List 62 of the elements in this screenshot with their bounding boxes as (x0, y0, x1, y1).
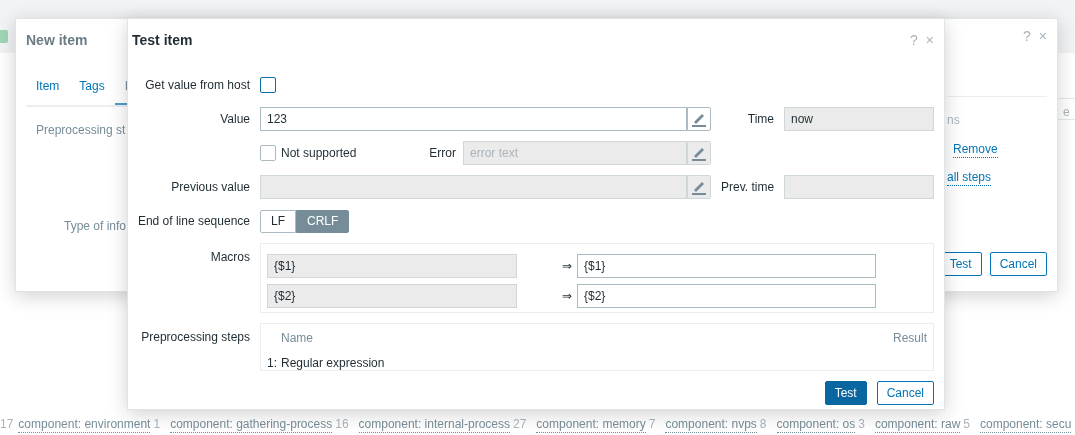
toggle-option[interactable]: LF (260, 209, 296, 233)
column-header: Result (893, 330, 927, 347)
checkbox[interactable] (260, 145, 276, 161)
dialog-title: Test item (132, 32, 193, 50)
close-icon[interactable]: × (1038, 29, 1047, 43)
toggle-option[interactable]: CRLF (296, 209, 350, 233)
dialog-button[interactable]: Test (824, 381, 867, 405)
form-label: Time (746, 111, 774, 128)
tag-count: 7 (648, 417, 656, 433)
app-icon (0, 30, 8, 43)
tag-link[interactable]: component: secu (980, 417, 1072, 433)
tag-link[interactable]: component: environment (18, 417, 151, 433)
column-header: Name (281, 330, 313, 347)
dialog-button[interactable]: Cancel (989, 252, 1047, 276)
value-field[interactable]: 123 (260, 107, 687, 131)
tag-count: 3 (858, 417, 865, 433)
tag-link[interactable]: component: memory (536, 417, 646, 433)
tag-link[interactable]: component: os (776, 417, 856, 433)
pencil-icon (691, 145, 707, 161)
tag-count: 27 (513, 417, 527, 433)
macro-value-field[interactable]: {$1} (577, 254, 876, 278)
form-label: End of line sequence (136, 213, 250, 230)
tab[interactable]: Tags (69, 77, 115, 105)
pencil-icon (691, 179, 707, 195)
form-label: Prev. time (721, 179, 775, 196)
form-text: ns (947, 112, 961, 129)
form-label: Type of info (64, 218, 128, 235)
help-icon[interactable]: ? (910, 33, 918, 73)
help-icon[interactable]: ? (1023, 29, 1031, 43)
arrow-text: ⇒ (562, 258, 572, 275)
form-label: Error (428, 145, 456, 162)
arrow-text: ⇒ (562, 288, 572, 305)
form-label: Preprocessing steps (140, 329, 250, 346)
tag-count: 8 (759, 417, 767, 433)
macro-value-field[interactable]: {$2} (577, 284, 876, 308)
form-label: Preprocessing st (36, 122, 127, 139)
tag-count: 16 (335, 417, 349, 433)
form-label: Macros (209, 249, 250, 266)
macro-name-field: {$1} (267, 254, 517, 278)
checkbox-label: Not supported (281, 145, 357, 162)
close-icon[interactable]: × (925, 33, 934, 73)
tag-count: 1 (153, 417, 161, 433)
dialog-title: New item (26, 32, 89, 49)
link[interactable]: all steps (947, 170, 992, 186)
tag-link[interactable]: component: nvps (665, 417, 757, 433)
dialog-button[interactable]: Cancel (876, 381, 934, 405)
edit-button[interactable] (687, 107, 711, 131)
pencil-icon (691, 111, 707, 127)
remove-link[interactable]: Remove (953, 142, 998, 158)
tag-count: 5 (963, 417, 970, 433)
form-label: Previous value (170, 179, 250, 196)
form-label: Value (219, 111, 250, 128)
table-cell-text: 1: (267, 355, 278, 372)
tag-link[interactable]: component: internal-process (358, 417, 510, 433)
tag-link[interactable]: component: gathering-process (170, 417, 333, 433)
tab[interactable]: Item (26, 77, 70, 105)
table-cell-text: Regular expression (281, 355, 385, 372)
checkbox[interactable] (260, 77, 276, 93)
form-label: Get value from host (144, 77, 250, 94)
tag-count: 17 (0, 417, 14, 433)
macro-name-field: {$2} (267, 284, 517, 308)
tag-link[interactable]: component: raw (874, 417, 961, 433)
